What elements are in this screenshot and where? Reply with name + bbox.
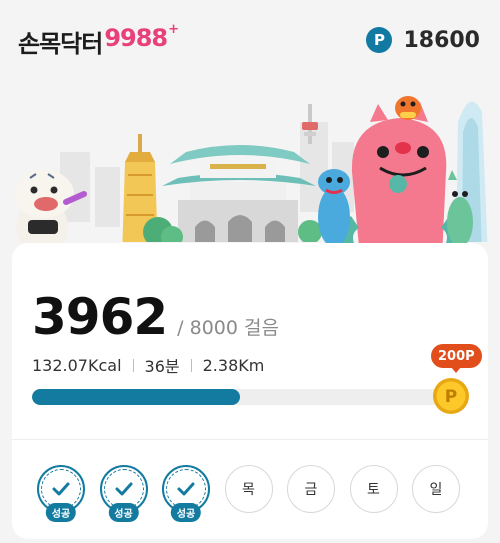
day-complete: 성공 <box>37 465 85 522</box>
checkmark-icon <box>115 482 132 496</box>
stat-divider <box>190 358 192 372</box>
app-header: 손목닥터 9988 + P 18600 <box>0 0 500 82</box>
step-progress-fill <box>32 389 241 405</box>
pink-monster-mascot-icon <box>339 102 461 257</box>
stat-divider <box>132 358 134 372</box>
success-badge: 성공 <box>108 503 139 522</box>
checkmark-icon <box>52 482 70 496</box>
weekly-streak: 성공 성공 성공 목 금 토 일 <box>37 465 477 522</box>
day-pending: 금 <box>287 465 335 513</box>
activity-stats: 132.07Kcal 36분 2.38Km <box>32 353 264 377</box>
checkmark-icon <box>177 482 195 496</box>
palace-gate-icon <box>162 145 316 245</box>
success-badge: 성공 <box>170 503 202 522</box>
point-icon: P <box>366 27 393 53</box>
day-pending: 일 <box>412 465 460 513</box>
reward-points-badge: 200P <box>431 344 482 373</box>
day-complete: 성공 <box>99 465 148 522</box>
day-label: 토 <box>367 482 380 498</box>
step-count-row: 3962 / 8000 걸음 <box>32 288 279 346</box>
logo-text: 손목닥터 <box>18 30 103 58</box>
blue-dino-mascot-icon <box>318 169 350 247</box>
app-logo: 손목닥터 9988 + <box>18 22 180 58</box>
day-label: 목 <box>242 482 255 498</box>
day-label: 금 <box>304 482 318 498</box>
points-value: 18600 <box>403 27 480 53</box>
points-display[interactable]: P 18600 <box>366 27 480 53</box>
step-goal: / 8000 걸음 <box>177 317 279 339</box>
seoul-landscape-illustration <box>0 96 500 257</box>
step-progress-bar <box>32 389 452 405</box>
day-pending: 목 <box>224 465 273 513</box>
day-complete: 성공 <box>162 465 210 522</box>
success-badge: 성공 <box>45 503 77 522</box>
day-label: 일 <box>429 482 443 498</box>
calories-value: 132.07Kcal <box>32 355 122 375</box>
section-divider <box>12 439 488 440</box>
svg-text:P: P <box>445 387 457 407</box>
point-coin-icon[interactable]: P <box>432 377 470 415</box>
logo-number: 9988 <box>104 24 168 52</box>
step-card[interactable]: 3962 / 8000 걸음 132.07Kcal 36분 2.38Km 200… <box>12 243 488 539</box>
step-count: 3962 <box>32 288 168 346</box>
day-pending: 토 <box>349 465 398 513</box>
duration-value: 36분 <box>144 357 180 376</box>
distance-value: 2.38Km <box>202 355 265 375</box>
logo-plus: + <box>168 22 180 37</box>
bird-mascot-icon <box>395 96 421 120</box>
